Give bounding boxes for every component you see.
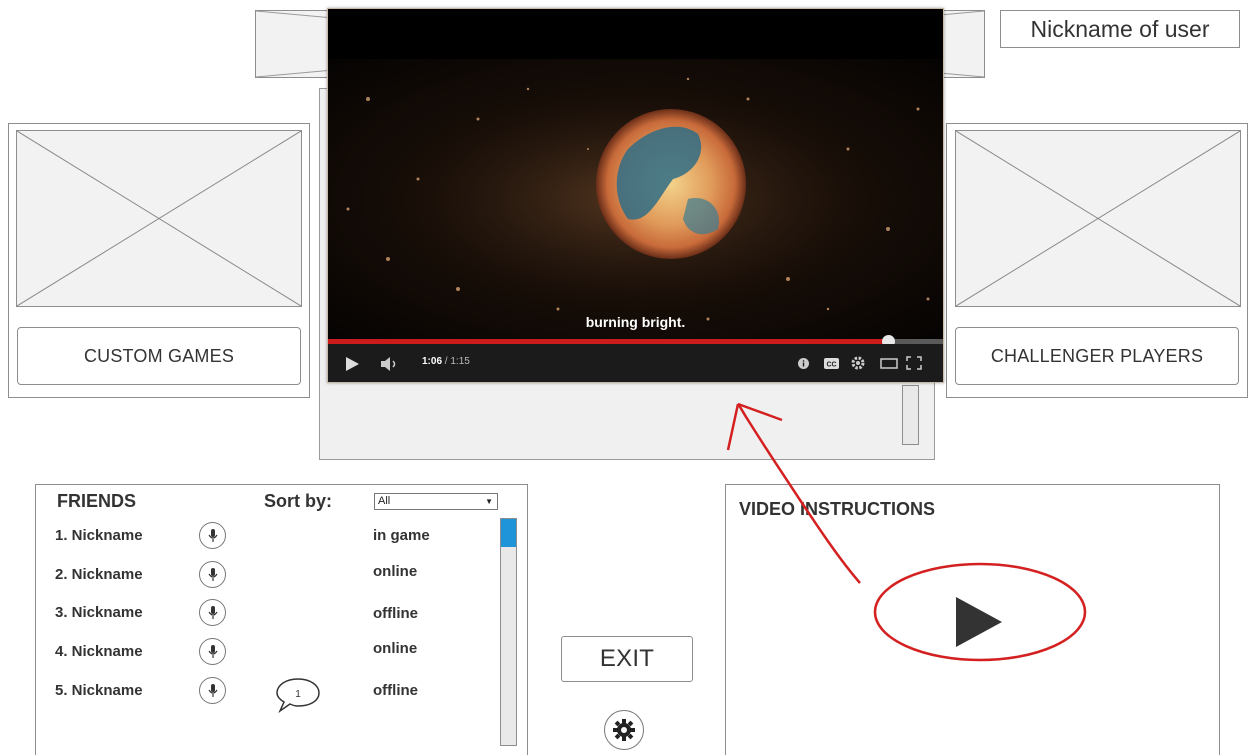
- friends-panel: FRIENDS Sort by: All ▼ 1. Nickname in gam…: [35, 484, 528, 755]
- user-nickname[interactable]: Nickname of user: [1000, 10, 1240, 48]
- friend-status: offline: [373, 605, 418, 622]
- friends-title: FRIENDS: [57, 491, 137, 511]
- video-frame[interactable]: [328, 59, 943, 339]
- video-player[interactable]: burning bright. 1:06 / 1:15 CC: [327, 8, 944, 383]
- video-instructions-title: VIDEO INSTRUCTIONS: [739, 499, 936, 519]
- sort-by-select[interactable]: All ▼: [374, 493, 498, 510]
- friend-name: 3. Nickname: [55, 604, 143, 621]
- friend-status: offline: [373, 682, 418, 699]
- video-time-current: 1:06: [422, 356, 443, 367]
- friend-name: 1. Nickname: [55, 527, 143, 544]
- gear-icon[interactable]: [604, 710, 644, 750]
- friend-name: 2. Nickname: [55, 566, 143, 583]
- fullscreen-icon[interactable]: [906, 356, 922, 370]
- exit-button[interactable]: EXIT: [561, 636, 693, 682]
- video-top-letterbox: [328, 9, 943, 59]
- video-instructions-panel: VIDEO INSTRUCTIONS: [725, 484, 1220, 755]
- video-control-bar: 1:06 / 1:15 CC: [328, 344, 943, 382]
- play-triangle-icon[interactable]: [956, 597, 1002, 647]
- settings-icon[interactable]: [850, 355, 866, 371]
- mic-icon[interactable]: [199, 638, 226, 665]
- friends-scrollbar-thumb[interactable]: [501, 519, 516, 547]
- chat-bubble-icon[interactable]: 1: [274, 675, 322, 720]
- custom-games-image-placeholder: [16, 130, 302, 307]
- volume-icon[interactable]: [381, 357, 399, 371]
- svg-text:CC: CC: [826, 362, 836, 369]
- custom-games-button[interactable]: CUSTOM GAMES: [17, 327, 301, 385]
- cc-icon[interactable]: CC: [824, 358, 839, 369]
- custom-games-tile: CUSTOM GAMES: [8, 123, 310, 398]
- sort-by-label: Sort by:: [264, 491, 333, 511]
- friend-status: online: [373, 640, 418, 657]
- info-icon[interactable]: [798, 358, 809, 369]
- mic-icon[interactable]: [199, 561, 226, 588]
- friends-scrollbar[interactable]: [500, 518, 517, 746]
- challenger-players-button[interactable]: CHALLENGER PLAYERS: [955, 327, 1239, 385]
- sort-by-value: All: [378, 495, 391, 507]
- video-time: 1:06 / 1:15: [422, 356, 470, 367]
- chevron-down-icon: ▼: [485, 497, 493, 506]
- mic-icon[interactable]: [199, 599, 226, 626]
- video-time-total: / 1:15: [444, 356, 470, 367]
- mic-icon[interactable]: [199, 522, 226, 549]
- theater-icon[interactable]: [880, 358, 898, 369]
- friend-name: 5. Nickname: [55, 682, 143, 699]
- center-panel-scrollbar[interactable]: [902, 385, 919, 445]
- play-icon[interactable]: [346, 357, 359, 371]
- challenger-players-image-placeholder: [955, 130, 1241, 307]
- video-still-image: [328, 59, 943, 339]
- friend-status: online: [373, 563, 418, 580]
- challenger-players-tile: CHALLENGER PLAYERS: [946, 123, 1248, 398]
- video-subtitle: burning bright.: [585, 314, 686, 330]
- friend-name: 4. Nickname: [55, 643, 143, 660]
- message-count: 1: [295, 689, 301, 700]
- friend-status: in game: [373, 527, 430, 544]
- mic-icon[interactable]: [199, 677, 226, 704]
